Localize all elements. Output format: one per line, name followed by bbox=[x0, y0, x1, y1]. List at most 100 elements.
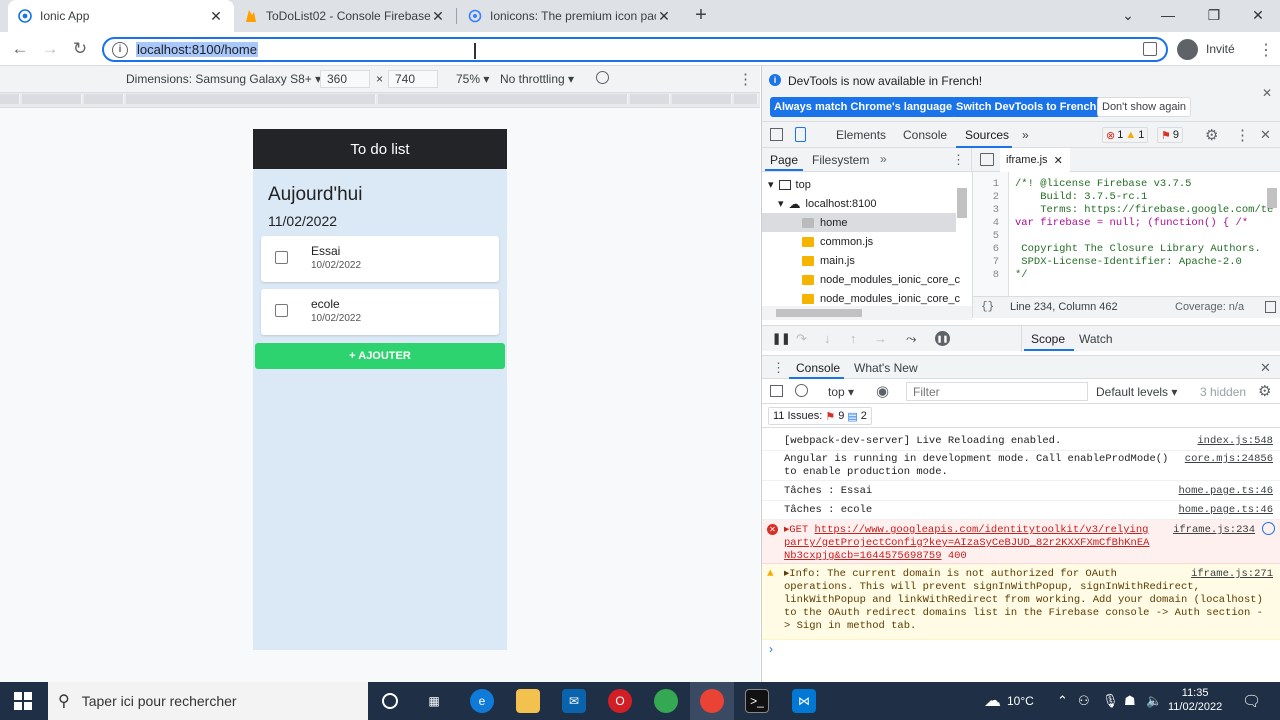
issues-button[interactable]: 11 Issues: ⚑ 9 ▤ 2 bbox=[768, 407, 872, 425]
mail-icon[interactable]: ✉ bbox=[562, 689, 586, 713]
toggle-debugger-icon[interactable] bbox=[1265, 301, 1276, 313]
source-link[interactable]: home.page.ts:46 bbox=[1178, 485, 1273, 497]
notification-icon[interactable]: 🗨 bbox=[1242, 682, 1261, 720]
people-icon[interactable]: ⚇ bbox=[1078, 682, 1090, 720]
dont-show-again-button[interactable]: Don't show again bbox=[1097, 97, 1192, 117]
pause-icon[interactable]: ❚❚ bbox=[772, 332, 790, 345]
tree-file[interactable]: node_modules_ionic_core_c bbox=[762, 270, 972, 289]
close-devtools-icon[interactable]: ✕ bbox=[1260, 127, 1271, 143]
task-item[interactable]: Essai 10/02/2022 bbox=[261, 236, 499, 282]
width-input[interactable]: 360 bbox=[320, 70, 370, 88]
source-link[interactable]: iframe.js:234 bbox=[1173, 524, 1255, 536]
nav-tab-filesystem[interactable]: Filesystem bbox=[812, 153, 869, 167]
opera-icon[interactable]: O bbox=[608, 689, 632, 713]
always-match-language-button[interactable]: Always match Chrome's language bbox=[770, 97, 957, 117]
tree-file-home[interactable]: home bbox=[762, 213, 956, 232]
device-selector[interactable]: Dimensions: Samsung Galaxy S8+ ▾ bbox=[126, 72, 321, 86]
device-options-icon[interactable]: ⋮ bbox=[738, 70, 753, 88]
toggle-navigator-icon[interactable] bbox=[980, 153, 994, 166]
device-toggle-icon[interactable] bbox=[795, 127, 806, 142]
taskbar-search[interactable]: ⚲ Taper ici pour rechercher bbox=[48, 682, 368, 720]
settings-gear-icon[interactable]: ⚙ bbox=[1205, 126, 1218, 144]
source-link[interactable]: core.mjs:24856 bbox=[1185, 453, 1273, 465]
avatar[interactable] bbox=[1177, 39, 1198, 60]
more-tabs-icon[interactable]: » bbox=[1022, 128, 1029, 142]
task-checkbox[interactable] bbox=[275, 251, 288, 264]
sidebar-toggle-icon[interactable] bbox=[770, 385, 783, 397]
scroll-thumb[interactable] bbox=[776, 309, 862, 317]
step-icon[interactable]: → bbox=[874, 331, 887, 346]
console-settings-gear-icon[interactable]: ⚙ bbox=[1258, 382, 1271, 400]
rotate-icon[interactable] bbox=[596, 71, 609, 84]
tree-scrollbar[interactable] bbox=[957, 188, 967, 218]
nav-tab-page[interactable]: Page bbox=[770, 153, 798, 167]
vscode-icon[interactable]: ⋈ bbox=[792, 689, 816, 713]
task-view-icon[interactable]: ▦ bbox=[422, 689, 446, 713]
file-explorer-icon[interactable] bbox=[516, 689, 540, 713]
tab-watch[interactable]: Watch bbox=[1079, 332, 1113, 346]
restore-icon[interactable]: ❐ bbox=[1192, 0, 1236, 30]
back-arrow-icon[interactable]: ← bbox=[8, 37, 32, 61]
reload-icon[interactable]: ↻ bbox=[68, 37, 92, 61]
terminal-icon[interactable]: >_ bbox=[745, 689, 769, 713]
install-app-icon[interactable] bbox=[1143, 42, 1157, 56]
file-tab-iframe-js[interactable]: iframe.js ✕ bbox=[1000, 148, 1070, 172]
code-scrollbar[interactable] bbox=[1267, 188, 1277, 208]
minimize-icon[interactable]: — bbox=[1146, 0, 1190, 30]
address-bar[interactable]: i localhost:8100/home bbox=[102, 37, 1168, 62]
console-filter-input[interactable] bbox=[906, 382, 1088, 401]
source-link[interactable]: index.js:548 bbox=[1197, 435, 1273, 447]
microphone-icon[interactable]: 🎙 bbox=[1102, 682, 1119, 720]
request-url[interactable]: party/getProjectConfig?key=AIzaSyCeBJUD_… bbox=[784, 537, 1149, 549]
switch-to-french-button[interactable]: Switch DevTools to French bbox=[952, 97, 1101, 117]
tab-ionicons[interactable]: Ionicons: The premium icon pack ✕ bbox=[458, 0, 682, 32]
cortana-icon[interactable] bbox=[378, 689, 402, 713]
windows-start-icon[interactable] bbox=[14, 692, 32, 710]
clear-console-icon[interactable] bbox=[795, 384, 808, 397]
tree-file[interactable]: main.js bbox=[762, 251, 972, 270]
clock[interactable]: 11:35 11/02/2022 bbox=[1168, 686, 1222, 716]
chrome-profile-icon[interactable] bbox=[654, 689, 678, 713]
request-url[interactable]: https://www.googleapis.com/identitytoolk… bbox=[814, 524, 1148, 536]
navigator-menu-icon[interactable]: ⋮ bbox=[952, 152, 965, 168]
drawer-menu-icon[interactable]: ⋮ bbox=[772, 360, 785, 376]
tab-firebase-console[interactable]: ToDoList02 - Console Firebase ✕ bbox=[234, 0, 456, 32]
tree-file[interactable]: common.js bbox=[762, 232, 972, 251]
live-expression-eye-icon[interactable]: ◉ bbox=[876, 382, 889, 400]
close-icon[interactable]: ✕ bbox=[208, 8, 224, 25]
task-checkbox[interactable] bbox=[275, 304, 288, 317]
step-into-icon[interactable]: ↓ bbox=[824, 331, 831, 346]
tab-elements[interactable]: Elements bbox=[836, 128, 886, 142]
context-selector[interactable]: top ▾ bbox=[828, 385, 854, 399]
chrome-menu-icon[interactable]: ⋮ bbox=[1258, 40, 1274, 60]
new-tab-plus-icon[interactable]: + bbox=[690, 4, 712, 26]
tray-chevron-icon[interactable]: ⌃ bbox=[1057, 682, 1068, 720]
close-icon[interactable]: ✕ bbox=[1262, 86, 1272, 100]
tab-scope[interactable]: Scope bbox=[1031, 332, 1065, 346]
profile-label[interactable]: Invité bbox=[1206, 42, 1235, 56]
network-request-icon[interactable] bbox=[1262, 522, 1275, 535]
step-out-icon[interactable]: ↑ bbox=[850, 331, 857, 346]
height-input[interactable]: 740 bbox=[388, 70, 438, 88]
drawer-tab-console[interactable]: Console bbox=[796, 361, 840, 375]
devtools-menu-icon[interactable]: ⋮ bbox=[1235, 126, 1250, 144]
tab-search-chevron-icon[interactable]: ⌄ bbox=[1106, 0, 1150, 30]
weather-widget[interactable]: ☁ 10°C bbox=[984, 682, 1034, 720]
request-url[interactable]: Nb3cxpjg&cb=1644575698759 bbox=[784, 550, 942, 562]
tab-console[interactable]: Console bbox=[903, 128, 947, 142]
more-tabs-icon[interactable]: » bbox=[880, 152, 887, 166]
close-drawer-icon[interactable]: ✕ bbox=[1260, 360, 1271, 376]
add-task-button[interactable]: + AJOUTER bbox=[255, 343, 505, 369]
step-over-icon[interactable]: ↷ bbox=[796, 331, 807, 347]
site-info-icon[interactable]: i bbox=[112, 41, 128, 58]
source-link[interactable]: home.page.ts:46 bbox=[1178, 504, 1273, 516]
drawer-tab-whats-new[interactable]: What's New bbox=[854, 361, 918, 375]
console-prompt-icon[interactable]: › bbox=[769, 642, 773, 656]
close-icon[interactable]: ✕ bbox=[1054, 154, 1063, 167]
window-close-icon[interactable]: ✕ bbox=[1236, 0, 1280, 30]
edge-icon[interactable]: e bbox=[470, 689, 494, 713]
chrome-icon[interactable] bbox=[700, 689, 724, 713]
close-icon[interactable]: ✕ bbox=[430, 8, 446, 25]
pretty-print-icon[interactable]: {} bbox=[981, 301, 994, 313]
volume-icon[interactable]: 🔈 bbox=[1146, 682, 1162, 720]
